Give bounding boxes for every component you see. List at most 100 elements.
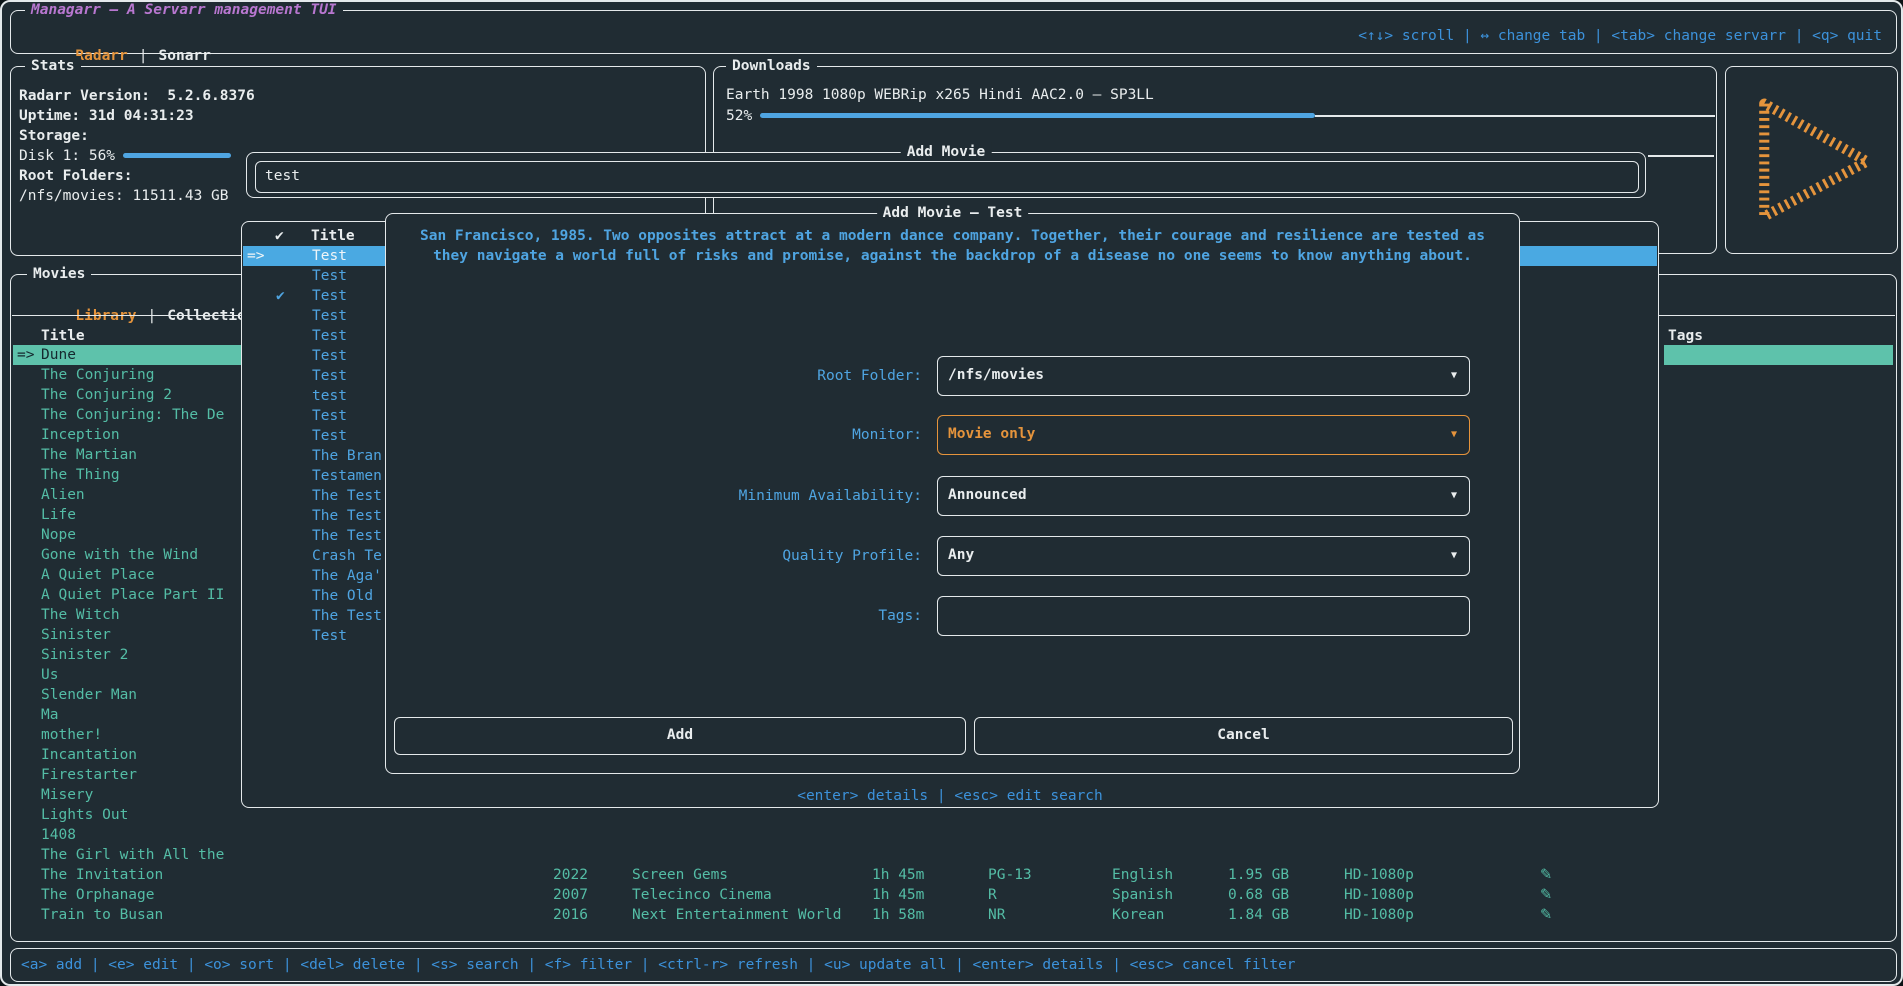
movie-runtime-cell: 1h 45m [872, 865, 924, 885]
tags-label: Tags: [394, 596, 922, 636]
movie-row[interactable]: A Quiet Place [13, 565, 250, 585]
movie-studio-cell: Next Entertainment World [632, 905, 842, 925]
movies-tags-column-header: Tags [1668, 326, 1703, 346]
movie-row[interactable]: Lights Out [13, 805, 250, 825]
stats-lines: Radarr Version: 5.2.6.8376Uptime: 31d 04… [19, 86, 255, 206]
minimum-availability-dropdown[interactable]: Announced▼ [937, 476, 1470, 516]
movie-size-cell: 1.95 GB [1228, 865, 1289, 885]
movie-row[interactable]: mother! [13, 725, 250, 745]
servarr-tabs: Radarr|Sonarr [23, 26, 211, 46]
movie-title: Incantation [41, 745, 137, 765]
movie-title: The Conjuring [41, 365, 155, 385]
movie-title: Dune [41, 345, 76, 365]
movie-row[interactable]: The Martian [13, 445, 250, 465]
movie-title: The Girl with All the [41, 845, 224, 865]
movie-runtime-cell: 1h 45m [872, 885, 924, 905]
managarr-screen: Managarr – A Servarr management TUI Rada… [0, 0, 1903, 986]
movie-language-cell: English [1112, 865, 1173, 885]
footer-keybinds-help: <a> add | <e> edit | <o> sort | <del> de… [21, 955, 1296, 975]
movie-row[interactable]: The Invitation [13, 865, 250, 885]
results-keybinds-help: <enter> details | <esc> edit search [242, 786, 1658, 806]
movie-row[interactable]: =>Dune [13, 345, 250, 365]
movie-title: The Orphanage [41, 885, 155, 905]
result-title: Test [312, 366, 347, 386]
movie-title: Train to Busan [41, 905, 163, 925]
movie-row[interactable]: 1408 [13, 825, 250, 845]
movie-title: Slender Man [41, 685, 137, 705]
movie-row[interactable]: Nope [13, 525, 250, 545]
movie-row[interactable]: Life [13, 505, 250, 525]
movie-row[interactable]: The Girl with All the [13, 845, 250, 865]
movie-row[interactable]: A Quiet Place Part II [13, 585, 250, 605]
quality-profile-dropdown[interactable]: Any▼ [937, 536, 1470, 576]
result-title: The Bran [312, 446, 382, 466]
movie-overview-line-2: they navigate a world full of risks and … [386, 246, 1519, 266]
movie-row[interactable]: Misery [13, 785, 250, 805]
movie-row[interactable]: Firestarter [13, 765, 250, 785]
root-folder-dropdown[interactable]: /nfs/movies▼ [937, 356, 1470, 396]
edit-pencil-icon: ✎ [1540, 905, 1552, 925]
selection-arrow: => [247, 246, 264, 266]
movie-row[interactable]: Sinister [13, 625, 250, 645]
monitor-dropdown[interactable]: Movie only▼ [937, 415, 1470, 455]
chevron-down-icon: ▼ [1451, 357, 1457, 394]
modal-title: Add Movie – Test [877, 203, 1029, 223]
results-title-column-header: Title [311, 226, 355, 246]
movie-row[interactable]: The Conjuring 2 [13, 385, 250, 405]
movie-row[interactable]: The Witch [13, 605, 250, 625]
movie-row[interactable]: Gone with the Wind [13, 545, 250, 565]
result-title: Test [312, 406, 347, 426]
result-title: Crash Te [312, 546, 382, 566]
tab-sonarr[interactable]: Sonarr [159, 48, 211, 64]
movie-title: Life [41, 505, 76, 525]
quality-profile-label: Quality Profile: [394, 536, 922, 576]
movie-row[interactable]: The Conjuring: The De [13, 405, 250, 425]
movie-row[interactable]: Slender Man [13, 685, 250, 705]
movie-search-input[interactable]: test [255, 161, 1639, 193]
tab-radarr[interactable]: Radarr [75, 48, 127, 64]
check-column-header-icon: ✔ [275, 226, 284, 246]
movie-overview-line-1: San Francisco, 1985. Two opposites attra… [386, 226, 1519, 246]
checked-icon: ✔ [276, 286, 285, 306]
managarr-play-logo-icon [1738, 92, 1886, 228]
movie-title: Us [41, 665, 58, 685]
movie-row[interactable]: Train to Busan [13, 905, 250, 925]
movie-row[interactable]: Us [13, 665, 250, 685]
result-title: test [312, 386, 347, 406]
result-title: Test [312, 426, 347, 446]
edit-pencil-icon: ✎ [1540, 865, 1552, 885]
tags-input[interactable] [937, 596, 1470, 636]
tab-separator: | [148, 308, 157, 324]
movie-studio-cell: Telecinco Cinema [632, 885, 772, 905]
result-title: Testamen [312, 466, 382, 486]
movie-row[interactable]: Alien [13, 485, 250, 505]
quality-profile-value: Any [948, 537, 974, 574]
movie-title: Nope [41, 525, 76, 545]
result-title: The Test [312, 606, 382, 626]
result-title: Test [312, 266, 347, 286]
movie-row[interactable]: Sinister 2 [13, 645, 250, 665]
movie-row[interactable]: Incantation [13, 745, 250, 765]
chevron-down-icon: ▼ [1451, 416, 1457, 453]
tab-separator: | [139, 48, 148, 64]
stats-line: /nfs/movies: 11511.43 GB [19, 186, 255, 206]
result-title: Test [312, 306, 347, 326]
movie-row[interactable]: Ma [13, 705, 250, 725]
monitor-label: Monitor: [394, 415, 922, 455]
movies-title-column-header: Title [41, 326, 85, 346]
movie-title: Firestarter [41, 765, 137, 785]
movie-row[interactable]: Inception [13, 425, 250, 445]
cancel-button[interactable]: Cancel [974, 717, 1513, 755]
movie-size-cell: 0.68 GB [1228, 885, 1289, 905]
add-button[interactable]: Add [394, 717, 966, 755]
movies-panel-title: Movies [27, 264, 91, 284]
movie-quality-cell: HD-1080p [1344, 865, 1414, 885]
movie-year-cell: 2016 [553, 905, 588, 925]
tab-library[interactable]: Library [75, 308, 136, 324]
movie-row[interactable]: The Orphanage [13, 885, 250, 905]
movie-row[interactable]: The Thing [13, 465, 250, 485]
movie-row[interactable]: The Conjuring [13, 365, 250, 385]
result-title: Test [312, 626, 347, 646]
movie-title: mother! [41, 725, 102, 745]
result-title: The Test [312, 486, 382, 506]
